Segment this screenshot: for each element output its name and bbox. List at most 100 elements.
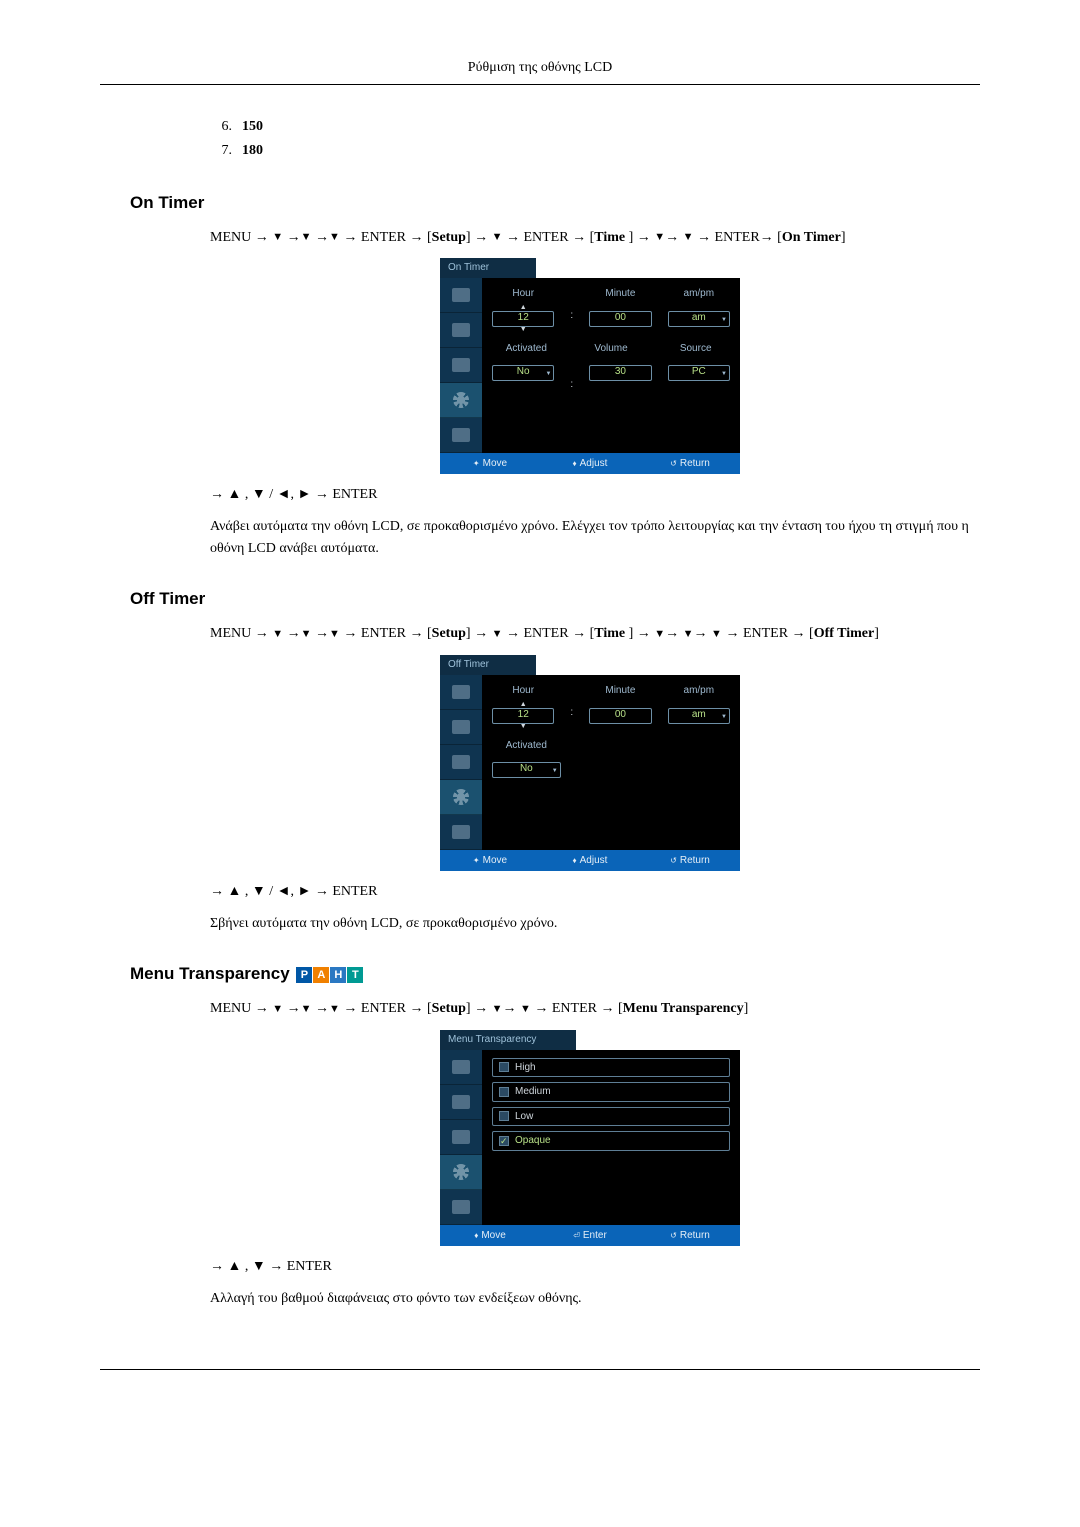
down-arrow-icon [654, 628, 665, 640]
osd-side-item[interactable] [440, 313, 482, 348]
checkbox-icon [499, 1111, 509, 1121]
osd-source-field[interactable]: PC [668, 365, 730, 381]
osd-side-item[interactable] [440, 710, 482, 745]
numbered-list: 6. 150 7. 180 [210, 115, 980, 163]
nav-text: ] → [466, 1001, 492, 1016]
osd-minute-field[interactable]: 00 [589, 708, 651, 724]
return-icon: ↺ [670, 856, 677, 865]
nav-text: → ENTER → [ [343, 1001, 431, 1016]
nav-path-menu-transparency: MENU → → → → ENTER → [Setup] → → → ENTER… [210, 998, 970, 1020]
down-arrow-icon [272, 1003, 283, 1015]
osd-icon [452, 825, 470, 839]
down-caret-icon[interactable]: ▼ [492, 724, 554, 730]
osd-label-hour: Hour [492, 683, 554, 699]
osd-activated-field[interactable]: No [492, 762, 561, 778]
nav-text: → ENTER → [ [343, 230, 431, 245]
osd-ampm-field[interactable]: am [668, 311, 730, 327]
footer-rule [100, 1369, 980, 1370]
osd-side-item-setup[interactable] [440, 1155, 482, 1190]
nav-text: MENU → [210, 230, 272, 245]
post-nav-on-timer: → ▲ , ▼ / ◄, ► → ENTER [210, 484, 970, 506]
badge-a: A [313, 967, 329, 983]
osd-icon [452, 755, 470, 769]
osd-hour-field[interactable]: 12 [492, 708, 554, 724]
osd-footer-adjust: ♦Adjust [540, 850, 640, 872]
osd-footer: ✦Move ♦Adjust ↺Return [440, 850, 740, 872]
list-value: 150 [242, 115, 263, 139]
badge-p: P [296, 967, 312, 983]
osd-ampm-field[interactable]: am [668, 708, 730, 724]
move-icon: ♦ [474, 1231, 478, 1240]
nav-path-on-timer: MENU → → → → ENTER → [Setup] → → ENTER →… [210, 227, 970, 249]
nav-path-off-timer: MENU → → → → ENTER → [Setup] → → ENTER →… [210, 623, 970, 645]
osd-option-medium[interactable]: Medium [492, 1082, 730, 1102]
osd-label-ampm: am/pm [668, 683, 730, 699]
osd-icon [452, 428, 470, 442]
checkbox-icon [499, 1062, 509, 1072]
down-arrow-icon [301, 1003, 312, 1015]
down-arrow-icon [683, 231, 694, 243]
desc-off-timer: Σβήνει αυτόματα την οθόνη LCD, σε προκαθ… [210, 913, 970, 935]
osd-footer-enter: ⏎Enter [540, 1225, 640, 1247]
down-arrow-icon [492, 628, 503, 640]
time-colon: : [570, 693, 573, 721]
down-arrow-icon [272, 628, 283, 640]
down-arrow-icon [272, 231, 283, 243]
osd-volume-field[interactable]: 30 [589, 365, 651, 381]
osd-icon [452, 685, 470, 699]
desc-menu-transparency: Αλλαγή του βαθμού διαφάνειας στο φόντο τ… [210, 1288, 970, 1310]
list-number: 7. [210, 139, 232, 163]
osd-side-item[interactable] [440, 675, 482, 710]
osd-label-hour: Hour [492, 286, 554, 302]
osd-option-opaque[interactable]: Opaque [492, 1131, 730, 1151]
osd-side-item[interactable] [440, 418, 482, 453]
post-nav-off-timer: → ▲ , ▼ / ◄, ► → ENTER [210, 881, 970, 903]
osd-icon [452, 1130, 470, 1144]
osd-side-item[interactable] [440, 348, 482, 383]
nav-setup: Setup [432, 1001, 466, 1016]
osd-side-item-setup[interactable] [440, 383, 482, 418]
osd-label-minute: Minute [589, 286, 651, 302]
osd-minute-field[interactable]: 00 [589, 311, 651, 327]
osd-side-item[interactable] [440, 1050, 482, 1085]
osd-activated-field[interactable]: No [492, 365, 554, 381]
osd-side-item[interactable] [440, 278, 482, 313]
osd-side-item-setup[interactable] [440, 780, 482, 815]
osd-icon [452, 288, 470, 302]
mode-badges: P A H T [296, 967, 364, 983]
osd-option-high[interactable]: High [492, 1058, 730, 1078]
down-caret-icon[interactable]: ▼ [492, 327, 554, 333]
osd-icon [452, 1095, 470, 1109]
nav-text: ] → [625, 626, 654, 641]
nav-text: MENU → [210, 1001, 272, 1016]
down-arrow-icon [301, 628, 312, 640]
down-arrow-icon [520, 1003, 531, 1015]
osd-footer-move: ✦Move [440, 850, 540, 872]
page-header-title: Ρύθμιση της οθόνης LCD [100, 60, 980, 84]
osd-title: Off Timer [440, 655, 536, 675]
osd-footer: ✦Move ♦Adjust ↺Return [440, 453, 740, 475]
osd-hour-field[interactable]: 12 [492, 311, 554, 327]
osd-icon [452, 720, 470, 734]
nav-text: → ENTER → [ [725, 626, 813, 641]
osd-footer-return: ↺Return [640, 453, 740, 475]
osd-side-item[interactable] [440, 815, 482, 850]
nav-text: MENU → [210, 626, 272, 641]
osd-footer-return: ↺Return [640, 850, 740, 872]
osd-side-item[interactable] [440, 1120, 482, 1155]
osd-icon [452, 358, 470, 372]
nav-text: → ENTER → [ [534, 1001, 622, 1016]
osd-footer-move: ✦Move [440, 453, 540, 475]
osd-side-item[interactable] [440, 1190, 482, 1225]
nav-text: → ENTER → [ [506, 626, 594, 641]
down-arrow-icon [329, 628, 340, 640]
osd-sidebar [440, 675, 482, 850]
gear-icon [453, 1164, 469, 1180]
osd-side-item[interactable] [440, 1085, 482, 1120]
move-icon: ✦ [473, 459, 480, 468]
osd-option-low[interactable]: Low [492, 1107, 730, 1127]
osd-side-item[interactable] [440, 745, 482, 780]
osd-label-activated: Activated [492, 738, 561, 754]
nav-text: ] → [466, 230, 492, 245]
badge-t: T [347, 967, 363, 983]
